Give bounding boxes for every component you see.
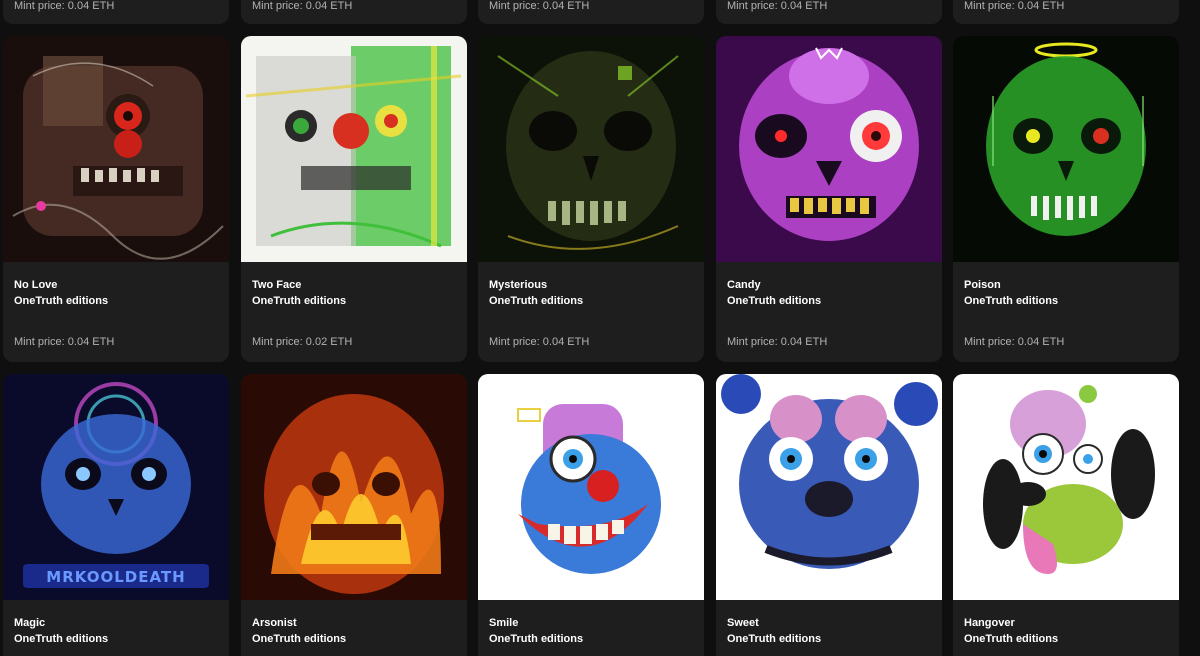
nft-title: Hangover [964,617,1015,629]
nft-card[interactable]: Mint price: 0.04 ETH [478,0,704,24]
mint-price: Mint price: 0.04 ETH [964,336,1065,348]
nft-edition: OneTruth editions [727,633,822,645]
nft-edition: OneTruth editions [14,633,109,645]
nft-card-hangover[interactable]: Hangover OneTruth editions [953,374,1179,656]
nft-edition: OneTruth editions [252,295,347,307]
nft-card-arsonist[interactable]: Arsonist OneTruth editions [241,374,467,656]
mint-price: Mint price: 0.04 ETH [14,336,115,348]
mint-price: Mint price: 0.04 ETH [727,0,828,12]
nft-card[interactable]: Mint price: 0.04 ETH [716,0,942,24]
nft-title: Sweet [727,617,759,629]
nft-card-two-face[interactable]: Two Face OneTruth editions Mint price: 0… [241,36,467,362]
nft-title: Magic [14,617,46,629]
nft-artwork[interactable] [3,36,229,262]
nft-card-sweet[interactable]: Sweet OneTruth editions [716,374,942,656]
nft-artwork[interactable] [953,36,1179,262]
nft-edition: OneTruth editions [964,295,1059,307]
mint-price: Mint price: 0.04 ETH [964,0,1065,12]
nft-card[interactable]: Mint price: 0.04 ETH [241,0,467,24]
nft-card-poison[interactable]: Poison OneTruth editions Mint price: 0.0… [953,36,1179,362]
mint-price: Mint price: 0.04 ETH [489,336,590,348]
nft-gallery-grid: Mint price: 0.04 ETH Mint price: 0.04 ET… [0,0,1200,656]
nft-card-no-love[interactable]: No Love OneTruth editions Mint price: 0.… [3,36,229,362]
nft-card-candy[interactable]: Candy OneTruth editions Mint price: 0.04… [716,36,942,362]
nft-edition: OneTruth editions [489,295,584,307]
nft-edition: OneTruth editions [489,633,584,645]
nft-artwork[interactable] [241,374,467,600]
nft-title: Poison [964,279,1001,291]
nft-card-mysterious[interactable]: Mysterious OneTruth editions Mint price:… [478,36,704,362]
nft-edition: OneTruth editions [252,633,347,645]
nft-title: Two Face [252,279,302,291]
nft-title: Mysterious [489,279,548,291]
nft-edition: OneTruth editions [964,633,1059,645]
nft-title: Smile [489,617,519,629]
mint-price: Mint price: 0.04 ETH [727,336,828,348]
mint-price: Mint price: 0.02 ETH [252,336,353,348]
nft-edition: OneTruth editions [727,295,822,307]
nft-artwork[interactable] [478,374,704,600]
nft-edition: OneTruth editions [14,295,109,307]
nft-artwork[interactable] [478,36,704,262]
nft-title: Arsonist [252,617,297,629]
nft-artwork[interactable] [953,374,1179,600]
mint-price: Mint price: 0.04 ETH [14,0,115,12]
nft-artwork[interactable] [716,374,942,600]
nft-artwork[interactable] [716,36,942,262]
nft-card[interactable]: Mint price: 0.04 ETH [3,0,229,24]
nft-title: Candy [727,279,761,291]
mint-price: Mint price: 0.04 ETH [252,0,353,12]
nft-title: No Love [14,279,58,291]
mint-price: Mint price: 0.04 ETH [489,0,590,12]
nft-card-smile[interactable]: Smile OneTruth editions [478,374,704,656]
nft-artwork[interactable] [241,36,467,262]
svg-text:MRKOOLDEATH: MRKOOLDEATH [46,568,185,586]
nft-artwork[interactable]: MRKOOLDEATH [3,374,229,600]
nft-card[interactable]: Mint price: 0.04 ETH [953,0,1179,24]
nft-card-magic[interactable]: MRKOOLDEATH Magic OneTruth editions [3,374,229,656]
